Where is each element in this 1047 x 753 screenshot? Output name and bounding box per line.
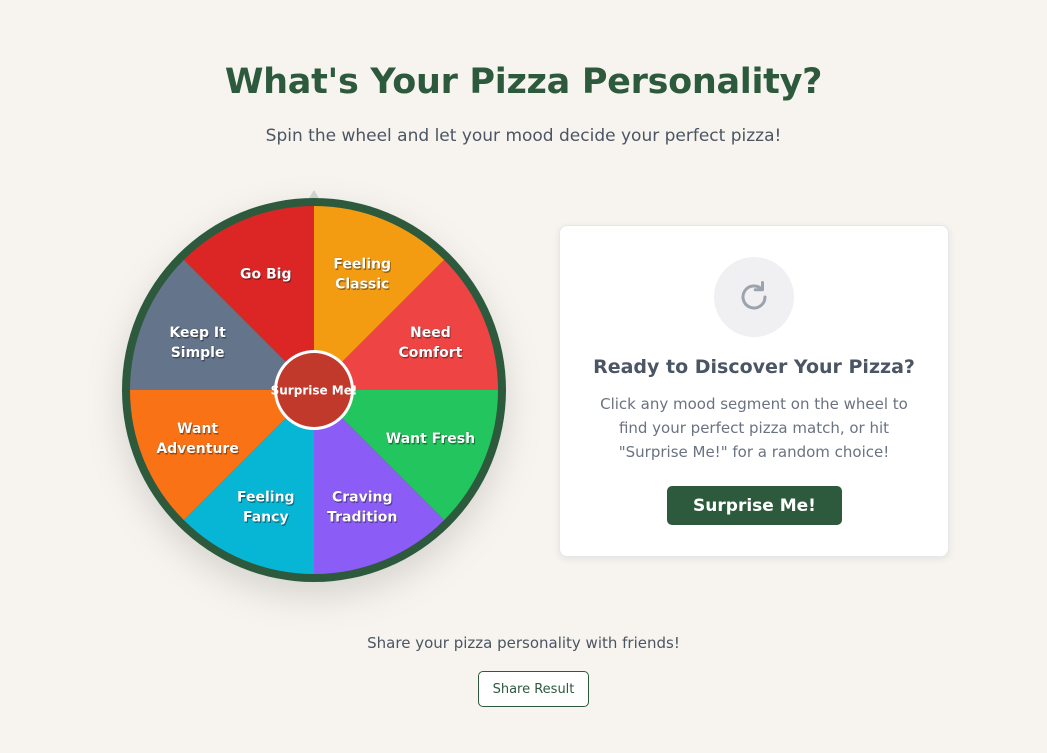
result-description: Click any mood segment on the wheel to f…: [600, 395, 908, 461]
wheel-segment-label: Keep It: [169, 325, 226, 341]
wheel-segment-label: Want: [177, 421, 218, 437]
wheel-segment-label: Comfort: [399, 345, 463, 361]
result-title: Ready to Discover Your Pizza?: [593, 356, 915, 378]
share-result-button[interactable]: Share Result: [478, 671, 589, 707]
wheel-graphic: FeelingFeelingClassicClassicNeedNeedComf…: [122, 198, 506, 582]
share-prompt: Share your pizza personality with friend…: [367, 634, 680, 652]
wheel-segment-label: Fancy: [243, 509, 289, 525]
center-label: Surprise Me!: [271, 384, 358, 398]
refresh-icon-container: [714, 257, 794, 337]
wheel-segment-label: Want Fresh: [386, 431, 475, 447]
wheel-segment-label: Classic: [335, 277, 389, 293]
page-title: What's Your Pizza Personality?: [224, 62, 823, 102]
wheel-segment-label: Need: [410, 325, 451, 341]
surprise-me-button[interactable]: Surprise Me!: [667, 486, 842, 525]
wheel-segment-label: Craving: [332, 489, 393, 505]
wheel-segment-label: Adventure: [156, 441, 239, 457]
result-card: Ready to Discover Your Pizza? Click any …: [559, 225, 949, 557]
refresh-icon: [741, 281, 767, 310]
wheel-segment-label: Go Big: [240, 267, 291, 283]
wheel-segment-label: Tradition: [327, 509, 397, 525]
wheel-segment-label: Simple: [171, 345, 225, 361]
wheel-segment-label: Feeling: [333, 257, 391, 273]
wheel-segment-label: Feeling: [237, 489, 295, 505]
page-subtitle: Spin the wheel and let your mood decide …: [265, 126, 782, 146]
mood-wheel[interactable]: Feeling Feeling Classic Classic Need Need Comf…: [120, 196, 508, 584]
